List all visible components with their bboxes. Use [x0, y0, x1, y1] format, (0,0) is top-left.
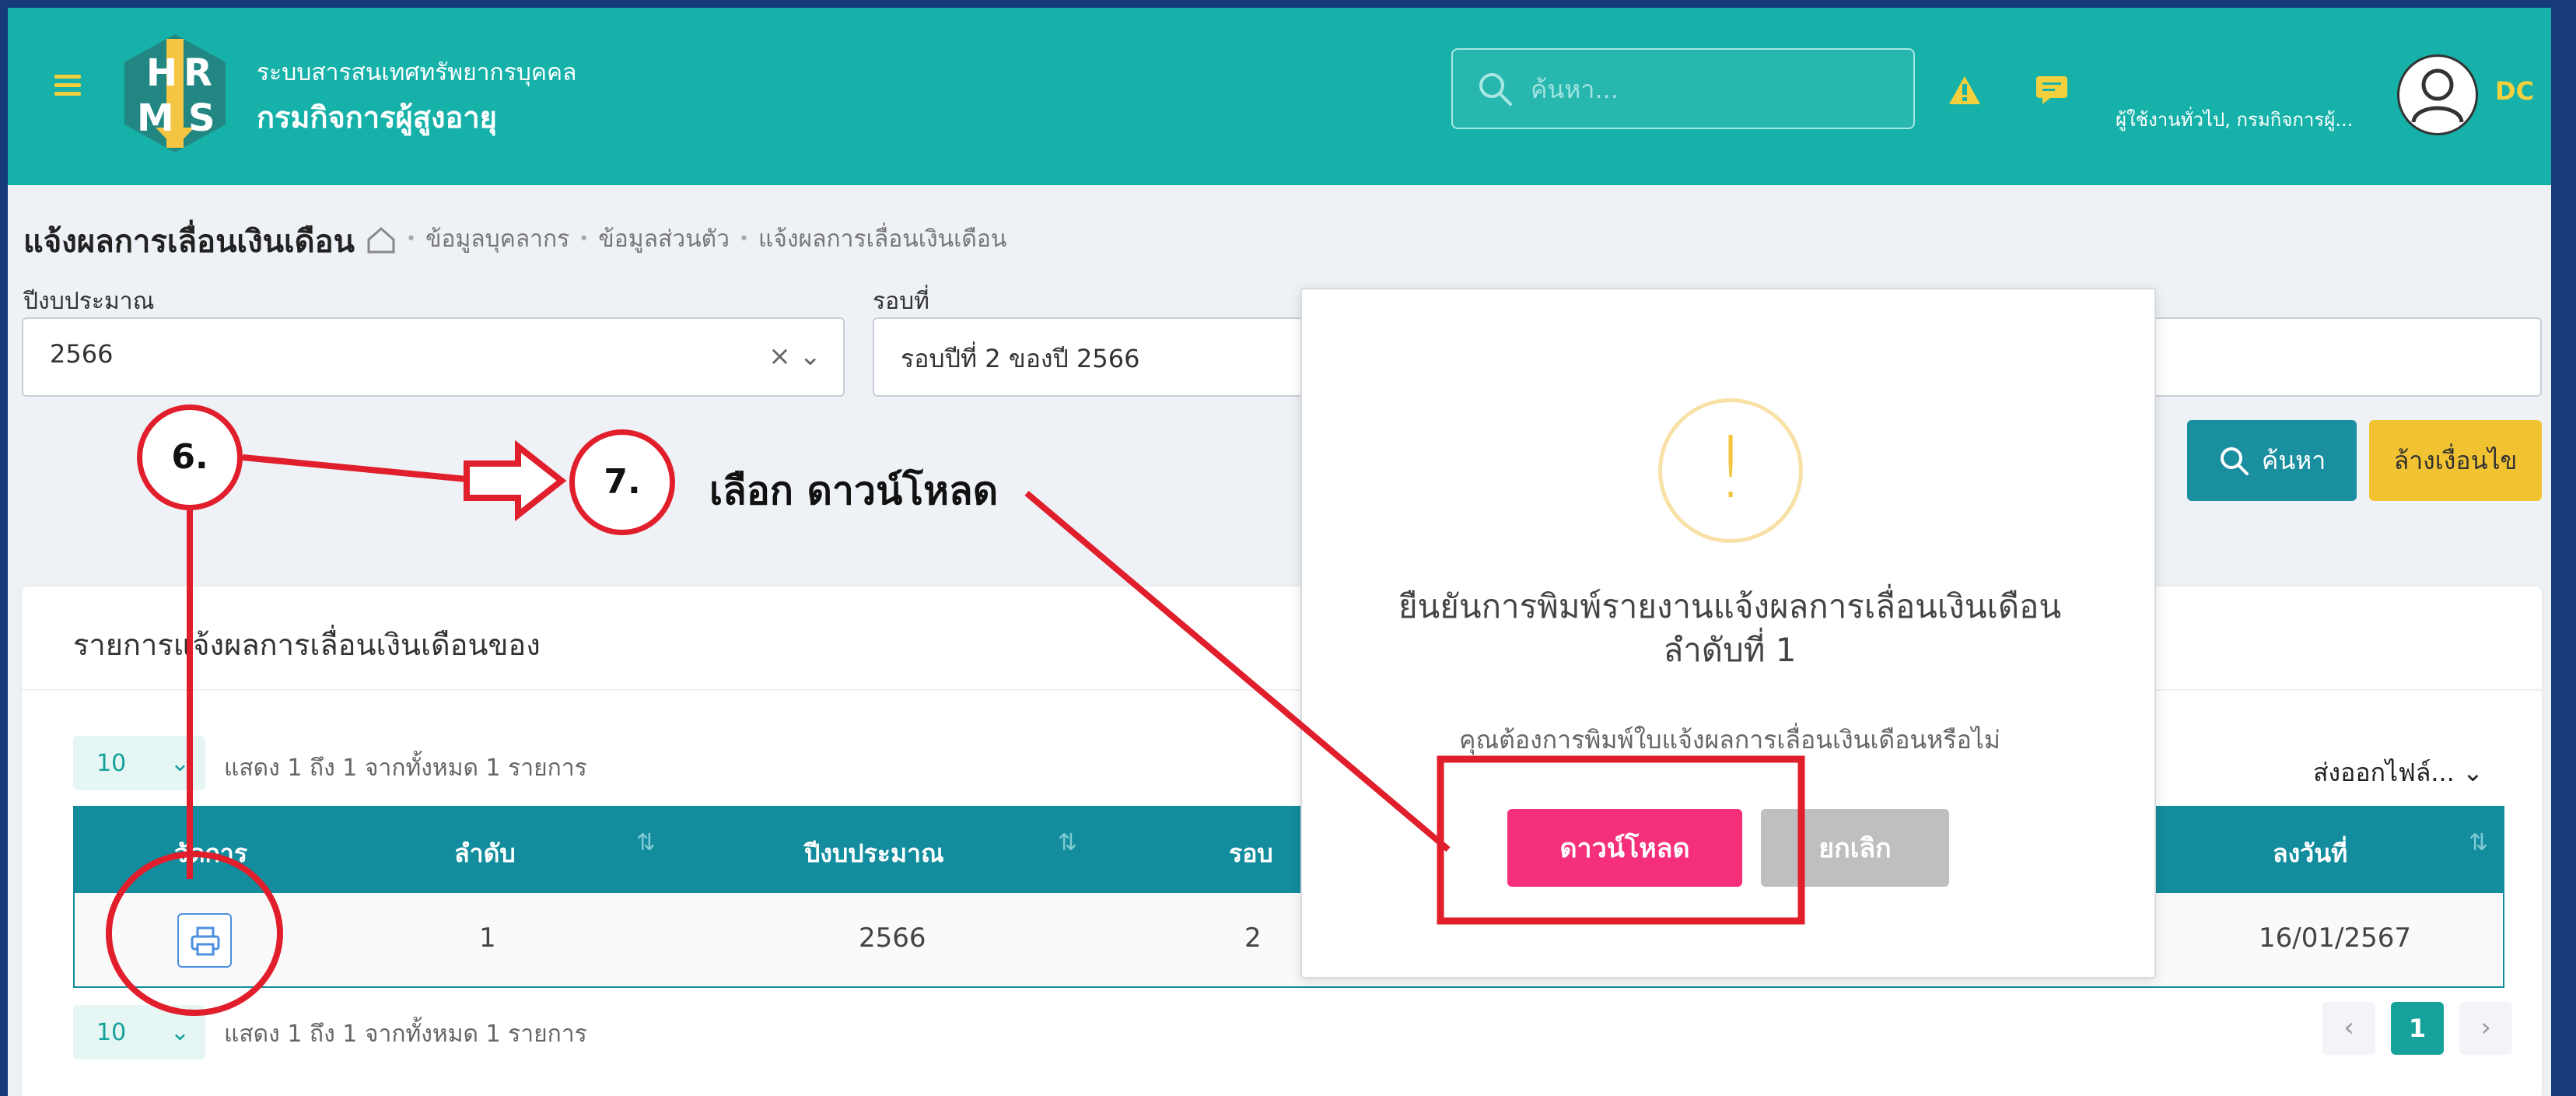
alert-icon[interactable]: [1948, 73, 1982, 107]
app-window: H R M S ระบบสารสนเทศทรัพยากรบุคคล กรมกิจ…: [8, 8, 2551, 1096]
cancel-button-label: ยกเลิก: [1818, 833, 1892, 864]
org-name: กรมกิจการผู้สูงอายุ: [257, 100, 497, 135]
card-title: รายการแจ้งผลการเลื่อนเงินเดือนของ: [73, 628, 541, 662]
org-subtitle: ระบบสารสนเทศทรัพยากรบุคคล: [257, 59, 577, 86]
warning-icon: !: [1658, 398, 1803, 543]
global-search[interactable]: [1451, 48, 1915, 129]
search-icon: [1479, 73, 1512, 106]
pager-next-button[interactable]: ›: [2459, 1002, 2512, 1055]
breadcrumb: • ข้อมูลบุคลากร • ข้อมูลส่วนตัว • แจ้งผล…: [366, 221, 1006, 257]
step-7-marker: 7.: [569, 429, 675, 535]
page-length-select[interactable]: 10 ⌄: [73, 1005, 205, 1059]
warning-glyph: !: [1713, 418, 1748, 517]
user-name[interactable]: ผู้ใช้งานทั่วไป, กรมกิจการผู้...: [2116, 104, 2353, 135]
sort-icon[interactable]: ⇅: [2469, 829, 2488, 856]
breadcrumb-item[interactable]: ข้อมูลส่วนตัว: [598, 221, 730, 257]
results-card: รายการแจ้งผลการเลื่อนเงินเดือนของ 10 ⌄ แ…: [22, 587, 2542, 1096]
export-dropdown[interactable]: ส่งออกไฟล์... ⌄: [2313, 753, 2483, 793]
cancel-button[interactable]: ยกเลิก: [1761, 809, 1949, 887]
home-icon[interactable]: [366, 226, 397, 254]
dialog-title-line: ลำดับที่ 1: [1663, 631, 1797, 669]
logo-letter-m: M: [137, 96, 174, 140]
top-navbar: H R M S ระบบสารสนเทศทรัพยากรบุคคล กรมกิจ…: [8, 8, 2551, 185]
cell-round: 2: [1244, 923, 1262, 954]
page-title: แจ้งผลการเลื่อนเงินเดือน: [23, 224, 355, 260]
cell-year: 2566: [859, 923, 926, 954]
column-header[interactable]: รอบ: [1229, 834, 1273, 874]
column-header[interactable]: ลงวันที่: [2273, 834, 2347, 874]
search-button-label: ค้นหา: [2261, 445, 2326, 475]
step-6-marker: 6.: [137, 404, 243, 510]
round-select-value: รอบปีที่ 2 ของปี 2566: [901, 344, 1140, 373]
cell-date: 16/01/2567: [2259, 923, 2411, 954]
cell-order: 1: [479, 923, 496, 954]
logo-letter-r: R: [184, 51, 212, 95]
printer-icon: [191, 926, 220, 956]
user-icon: [2411, 68, 2464, 123]
column-header[interactable]: ลำดับ: [454, 834, 516, 874]
column-header[interactable]: ปีงบประมาณ: [804, 834, 944, 874]
logo-letter-s: S: [188, 96, 215, 140]
download-button[interactable]: ดาวน์โหลด: [1507, 809, 1742, 887]
search-icon: [2220, 447, 2249, 475]
table-info: แสดง 1 ถึง 1 จากทั้งหมด 1 รายการ: [224, 1021, 587, 1048]
breadcrumb-separator: •: [406, 229, 416, 249]
dialog-title: ยืนยันการพิมพ์รายงานแจ้งผลการเลื่อนเงินเ…: [1333, 585, 2126, 672]
export-label: ส่งออกไฟล์...: [2313, 758, 2455, 787]
breadcrumb-separator: •: [579, 229, 590, 249]
chevron-down-icon: ⌄: [170, 750, 190, 777]
round-label: รอบที่: [873, 288, 929, 315]
chat-icon[interactable]: [2035, 75, 2069, 106]
year-select[interactable]: 2566 × ⌄: [22, 317, 845, 397]
confirm-dialog: ! ยืนยันการพิมพ์รายงานแจ้งผลการเลื่อนเงิ…: [1300, 288, 2156, 979]
breadcrumb-separator: •: [738, 229, 749, 249]
breadcrumb-item[interactable]: ข้อมูลบุคลากร: [425, 221, 569, 257]
year-label: ปีงบประมาณ: [23, 288, 155, 315]
menu-icon[interactable]: [54, 75, 81, 96]
user-initials: DC: [2495, 76, 2535, 106]
clear-filters-label: ล้างเงื่อนไข: [2393, 445, 2518, 475]
table-info: แสดง 1 ถึง 1 จากทั้งหมด 1 รายการ: [224, 755, 587, 782]
download-button-label: ดาวน์โหลด: [1559, 833, 1690, 864]
column-header: จัดการ: [174, 839, 248, 868]
avatar[interactable]: [2397, 54, 2478, 135]
page-length-value: 10: [96, 1019, 127, 1046]
chevron-down-icon: ⌄: [170, 1019, 190, 1046]
instruction-text: เลือก ดาวน์โหลด: [709, 468, 999, 513]
page-length-select[interactable]: 10 ⌄: [73, 736, 205, 790]
print-button[interactable]: [177, 913, 232, 968]
divider: [22, 689, 2542, 691]
sort-icon[interactable]: ⇅: [636, 829, 656, 856]
pager-prev-button[interactable]: ‹: [2322, 1002, 2375, 1055]
clear-filters-button[interactable]: ล้างเงื่อนไข: [2369, 420, 2542, 501]
clear-chevron-icon[interactable]: × ⌄: [768, 341, 821, 372]
logo-letter-h: H: [146, 51, 177, 95]
breadcrumb-item: แจ้งผลการเลื่อนเงินเดือน: [758, 226, 1007, 253]
search-input[interactable]: [1531, 70, 1888, 109]
year-select-value: 2566: [50, 339, 114, 369]
chevron-down-icon: ⌄: [2462, 758, 2483, 787]
page-length-value: 10: [96, 750, 127, 777]
dialog-title-line: ยืนยันการพิมพ์รายงานแจ้งผลการเลื่อนเงินเ…: [1398, 587, 2062, 625]
search-button[interactable]: ค้นหา: [2187, 420, 2357, 501]
pager-current-page[interactable]: 1: [2391, 1002, 2444, 1055]
sort-icon[interactable]: ⇅: [1058, 829, 1077, 856]
dialog-message: คุณต้องการพิมพ์ใบแจ้งผลการเลื่อนเงินเดือ…: [1459, 725, 2000, 755]
hrms-logo: H R M S: [124, 34, 226, 152]
